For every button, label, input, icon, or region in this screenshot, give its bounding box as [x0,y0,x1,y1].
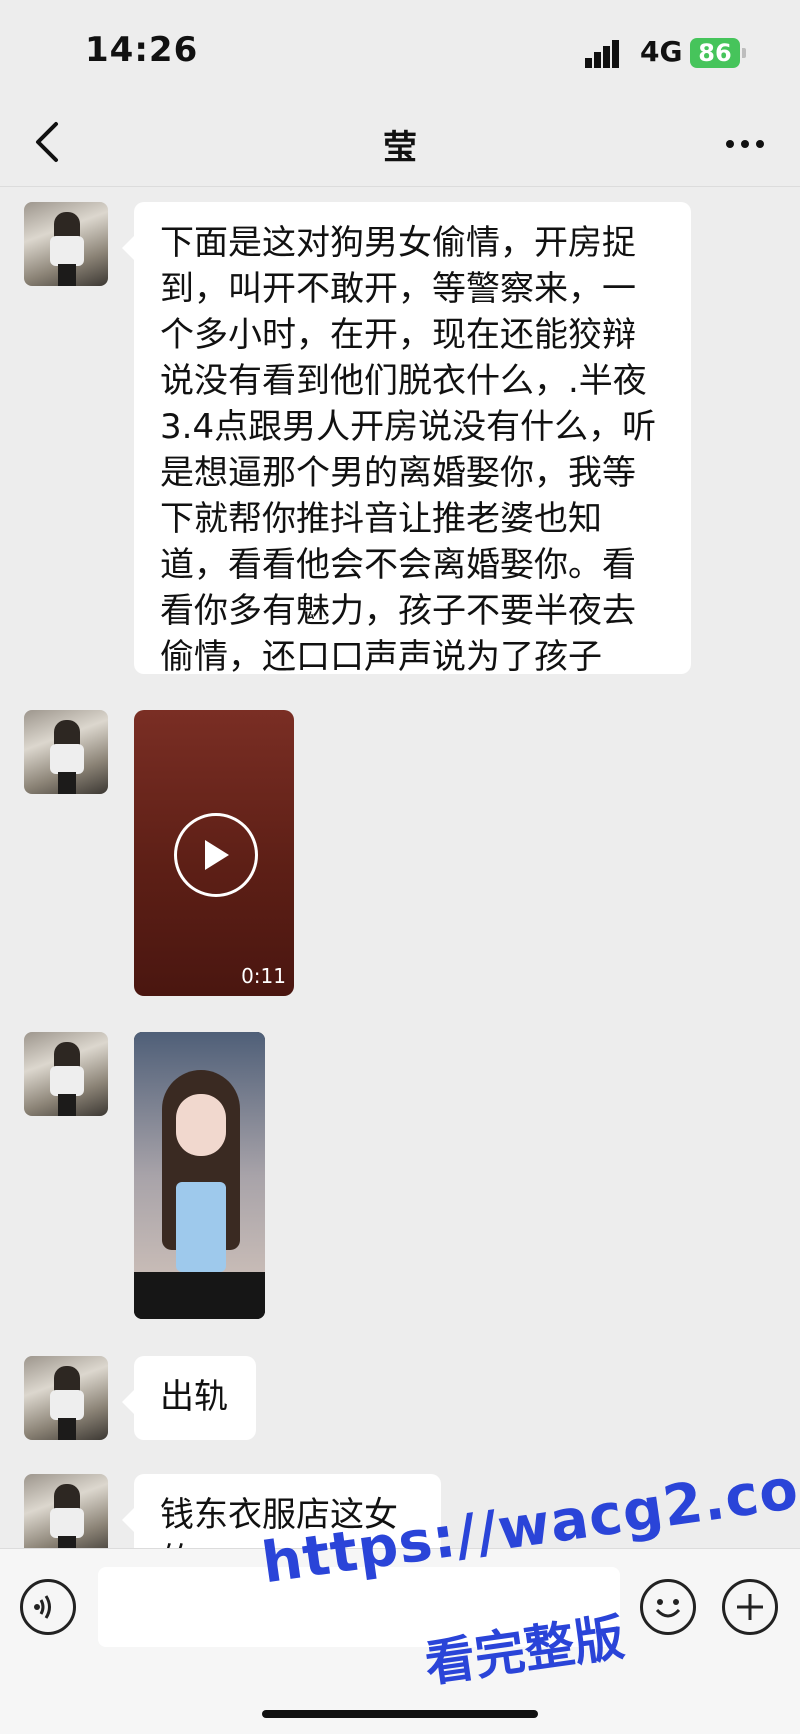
battery-level: 86 [698,39,732,67]
chat-header: 莹 [0,100,800,187]
status-time: 14:26 [85,30,199,70]
avatar[interactable] [24,1032,108,1116]
status-bar: 14:26 4G 86 [0,0,800,100]
message-bubble[interactable]: 下面是这对狗男女偷情，开房捉到，叫开不敢开，等警察来，一个多小时，在开，现在还能… [122,202,691,677]
avatar[interactable] [24,710,108,794]
signal-icon [585,40,619,68]
play-icon[interactable] [174,813,258,897]
home-indicator [262,1710,538,1718]
avatar[interactable] [24,1356,108,1440]
message-bubble[interactable]: 出轨 [122,1356,256,1440]
more-icon[interactable] [722,124,768,164]
voice-icon[interactable] [20,1579,76,1635]
avatar[interactable] [24,202,108,286]
avatar[interactable] [24,1474,108,1558]
emoji-icon[interactable] [640,1579,696,1635]
battery-tip [742,48,746,58]
battery-icon: 86 [690,38,740,68]
network-label: 4G [640,35,683,68]
video-duration: 0:11 [241,964,286,988]
image-message[interactable] [134,1032,265,1319]
chat-title: 莹 [383,128,417,168]
video-message[interactable]: 0:11 [134,710,294,996]
plus-icon[interactable] [722,1579,778,1635]
